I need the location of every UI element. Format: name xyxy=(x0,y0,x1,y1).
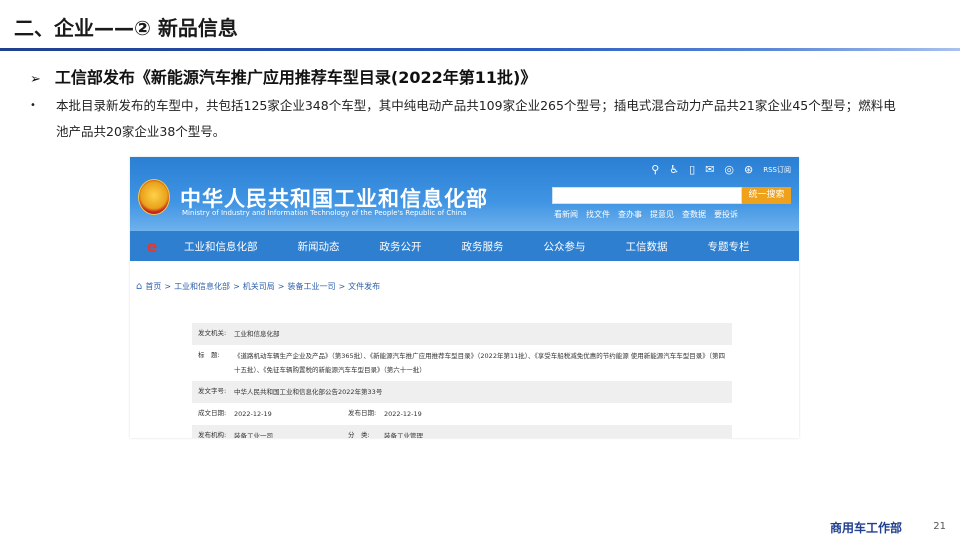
slide-title: 二、企业——② 新品信息 xyxy=(14,16,238,40)
top-icons: ⚲ ♿ ▯ ✉ ◎ ⊛ RSS订阅 xyxy=(651,163,791,176)
info-value: 2022-12-19 xyxy=(384,410,422,418)
quick-links: 看新闻 找文件 查办事 提意见 查数据 要投诉 xyxy=(554,209,738,220)
quick-link[interactable]: 提意见 xyxy=(650,209,674,220)
info-label: 分 类: xyxy=(348,431,370,438)
breadcrumb-item[interactable]: 装备工业一司 xyxy=(287,281,335,292)
info-value: 《道路机动车辆生产企业及产品》（第365批）、《新能源汽车推广应用推荐车型目录》… xyxy=(234,352,726,374)
info-row-dates: 成文日期: 2022-12-19 发布日期: 2022-12-19 xyxy=(192,403,732,425)
info-row-issuer: 发文机关: 工业和信息化部 xyxy=(192,323,732,345)
quick-link[interactable]: 查数据 xyxy=(682,209,706,220)
breadcrumb-item[interactable]: 工业和信息化部 xyxy=(174,281,230,292)
info-value: 中华人民共和国工业和信息化部公告2022年第33号 xyxy=(234,388,383,396)
rss-label[interactable]: RSS订阅 xyxy=(763,165,791,175)
nav-logo-icon[interactable]: e xyxy=(130,231,174,261)
nav-item[interactable]: 工信数据 xyxy=(614,239,696,254)
miit-website-screenshot: 中华人民共和国工业和信息化部 Ministry of Industry and … xyxy=(130,157,799,438)
title-rule xyxy=(0,48,960,51)
document-info-table: 发文机关: 工业和信息化部 标 题: 《道路机动车辆生产企业及产品》（第365批… xyxy=(192,323,732,438)
info-label: 成文日期: xyxy=(198,409,227,417)
nav-item[interactable]: 新闻动态 xyxy=(286,239,368,254)
wechat-mini-icon[interactable]: ⚲ xyxy=(651,163,659,176)
breadcrumb: ⌂ 首页 > 工业和信息化部 > 机关司局 > 装备工业一司 > 文件发布 xyxy=(136,281,381,292)
page-number: 21 xyxy=(933,521,946,532)
nav-item[interactable]: 政务公开 xyxy=(368,239,450,254)
rss-icon[interactable]: ⊛ xyxy=(744,163,753,176)
nav-item[interactable]: 政务服务 xyxy=(450,239,532,254)
search-button[interactable]: 统一搜索 xyxy=(742,187,791,204)
info-row-title: 标 题: 《道路机动车辆生产企业及产品》（第365批）、《新能源汽车推广应用推荐… xyxy=(192,345,732,381)
info-row-org: 发布机构: 装备工业一司 分 类: 装备工业管理 xyxy=(192,425,732,438)
breadcrumb-item[interactable]: 机关司局 xyxy=(243,281,275,292)
subhead: ➢ 工信部发布《新能源汽车推广应用推荐车型目录(2022年第11批)》 xyxy=(30,64,536,88)
bullet-dot-icon: • xyxy=(30,100,36,111)
quick-link[interactable]: 查办事 xyxy=(618,209,642,220)
nav-item[interactable]: 专题专栏 xyxy=(696,239,762,254)
info-label: 发布机构: xyxy=(198,431,227,438)
breadcrumb-item[interactable]: 文件发布 xyxy=(348,281,380,292)
site-name-en: Ministry of Industry and Information Tec… xyxy=(182,209,467,217)
info-label: 标 题: xyxy=(198,351,220,359)
info-label: 发文机关: xyxy=(198,329,227,337)
quick-link[interactable]: 要投诉 xyxy=(714,209,738,220)
quick-link[interactable]: 看新闻 xyxy=(554,209,578,220)
info-value: 工业和信息化部 xyxy=(234,330,280,338)
nav-item[interactable]: 公众参与 xyxy=(532,239,614,254)
info-row-docno: 发文字号: 中华人民共和国工业和信息化部公告2022年第33号 xyxy=(192,381,732,403)
bullet-paragraph: • 本批目录新发布的车型中，共包括125家企业348个车型，其中纯电动产品共10… xyxy=(30,93,900,145)
footer-brand: 商用车工作部 xyxy=(829,521,902,535)
quick-link[interactable]: 找文件 xyxy=(586,209,610,220)
info-value: 2022-12-19 xyxy=(234,410,272,418)
info-value: 装备工业管理 xyxy=(384,432,423,438)
accessibility-icon[interactable]: ♿ xyxy=(669,163,679,176)
site-header: 中华人民共和国工业和信息化部 Ministry of Industry and … xyxy=(130,157,799,231)
search-input[interactable] xyxy=(552,187,742,204)
info-value: 装备工业一司 xyxy=(234,432,273,438)
home-icon[interactable]: ⌂ xyxy=(136,281,142,292)
site-navbar: e 工业和信息化部 新闻动态 政务公开 政务服务 公众参与 工信数据 专题专栏 xyxy=(130,231,799,261)
national-emblem-icon xyxy=(138,179,170,215)
bullet-text: 本批目录新发布的车型中，共包括125家企业348个车型，其中纯电动产品共109家… xyxy=(56,98,896,139)
info-label: 发布日期: xyxy=(348,409,377,417)
arrow-bullet-icon: ➢ xyxy=(30,72,41,87)
mobile-icon[interactable]: ▯ xyxy=(689,163,695,176)
subhead-text: 工信部发布《新能源汽车推广应用推荐车型目录(2022年第11批)》 xyxy=(54,68,537,87)
nav-item[interactable]: 工业和信息化部 xyxy=(174,239,286,254)
info-label: 发文字号: xyxy=(198,387,227,395)
breadcrumb-item[interactable]: 首页 xyxy=(145,281,161,292)
weibo-icon[interactable]: ◎ xyxy=(724,163,734,176)
mail-icon[interactable]: ✉ xyxy=(705,163,714,176)
